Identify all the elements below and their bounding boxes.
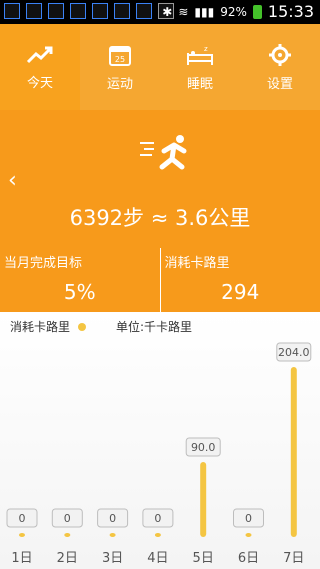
x-tick-label: 2日 [57, 551, 78, 566]
gear-icon [269, 43, 291, 66]
calorie-chart: 消耗卡路里 单位:千卡路里 0 1日 0 2日 0 3日 0 4日 90.0 5日 0 6日 204.0… [0, 312, 320, 569]
value-label: 0 [64, 512, 71, 525]
wifi-icon: ≋ [178, 4, 189, 19]
tab-today[interactable]: 今天 [0, 24, 80, 110]
calories-value: 294 [221, 280, 260, 304]
calendar-icon [70, 3, 86, 19]
tab-sport-label: 运动 [106, 76, 133, 92]
chart-bar [200, 462, 207, 537]
tab-today-label: 今天 [26, 75, 53, 91]
value-label: 0 [19, 512, 26, 525]
steps-distance: 6392步 ≈ 3.6公里 [69, 206, 251, 230]
x-tick-label: 7日 [283, 551, 304, 566]
x-tick-label: 4日 [147, 551, 168, 566]
chart-bar [245, 533, 252, 537]
x-tick-label: 5日 [193, 551, 214, 566]
bluetooth-icon: ✱ [162, 4, 173, 19]
calories-label: 消耗卡路里 [164, 256, 230, 271]
monthly-goal-value: 5% [63, 280, 96, 304]
system-status: ✱ ≋ ▮▮▮ 92% 15:33 [162, 2, 314, 21]
runner-icon [140, 135, 187, 170]
signal-icon: ▮▮▮ [194, 4, 215, 19]
calendar-icon [92, 3, 108, 19]
tab-bar: 今天 25 运动 z 睡眠 设置 [0, 24, 320, 110]
calendar-icon: 25 [109, 45, 131, 66]
chart-bar [290, 367, 297, 537]
trend-icon [26, 46, 53, 63]
tab-sleep[interactable]: z 睡眠 [160, 24, 240, 110]
x-tick-label: 3日 [102, 551, 123, 566]
back-arrow-icon[interactable]: ‹ [8, 168, 17, 193]
value-label: 0 [154, 512, 161, 525]
svg-text:25: 25 [115, 55, 125, 64]
value-label: 90.0 [191, 441, 216, 454]
value-label: 204.0 [278, 346, 310, 359]
battery-icon [252, 4, 262, 19]
calendar-icon [48, 3, 64, 19]
tab-sleep-label: 睡眠 [186, 76, 213, 92]
app: 今天 25 运动 z 睡眠 设置 ‹ 6392步 ≈ 3.6公里 当月完成目标 … [0, 24, 320, 569]
hero: ‹ 6392步 ≈ 3.6公里 [0, 110, 320, 248]
calories-stat: 消耗卡路里 294 [161, 248, 320, 312]
bed-icon: z [187, 45, 213, 65]
tab-settings[interactable]: 设置 [240, 24, 320, 110]
add-icon [4, 3, 20, 19]
monthly-goal-stat: 当月完成目标 5% [0, 248, 161, 312]
chart-bar [19, 533, 25, 537]
tab-sport[interactable]: 25 运动 [80, 24, 160, 110]
value-label: 0 [245, 512, 252, 525]
calendar-icon [136, 3, 152, 19]
bar-chart: 0 1日 0 2日 0 3日 0 4日 90.0 5日 0 6日 204.0 7日 [6, 342, 312, 566]
notification-icons [4, 3, 174, 19]
chart-bar [109, 533, 116, 537]
calendar-icon [26, 3, 42, 19]
calendar-icon [114, 3, 130, 19]
value-label: 0 [109, 512, 116, 525]
battery-percent: 92% [220, 4, 247, 19]
x-tick-label: 6日 [238, 551, 259, 566]
chart-bar [64, 533, 71, 537]
status-bar: ✱ ≋ ▮▮▮ 92% 15:33 [0, 0, 320, 24]
x-tick-label: 1日 [11, 551, 32, 566]
clock: 15:33 [267, 2, 314, 21]
chart-bar [154, 533, 161, 537]
tab-settings-label: 设置 [266, 76, 293, 92]
monthly-goal-label: 当月完成目标 [4, 256, 83, 271]
svg-text:z: z [204, 45, 208, 53]
stats-row: 当月完成目标 5% 消耗卡路里 294 [0, 248, 320, 312]
